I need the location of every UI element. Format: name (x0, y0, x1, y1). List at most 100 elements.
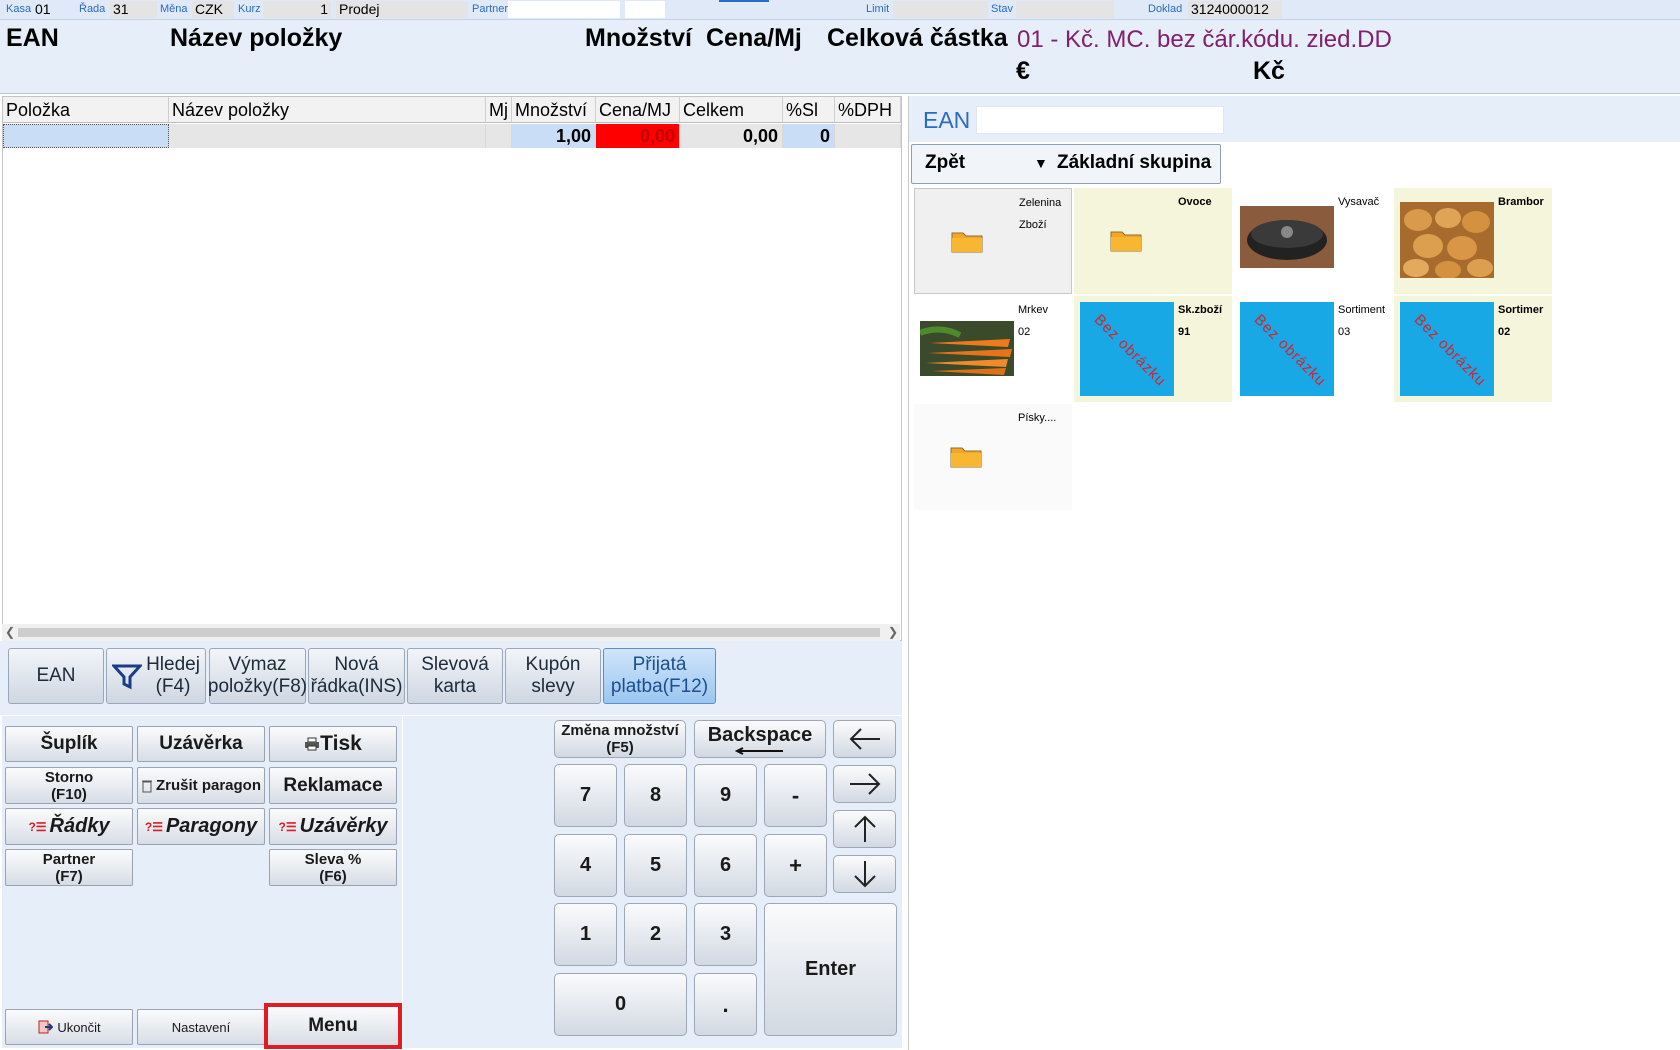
product-panel: EAN Zpět ▼ Základní skupina Zelenina Zbo… (908, 96, 1680, 1050)
key-7[interactable]: 7 (554, 764, 617, 827)
robot-vacuum-image (1240, 206, 1334, 268)
nova-radka-button[interactable]: Nová řádka(INS) (308, 648, 405, 704)
col-polozka[interactable]: Položka (3, 97, 169, 123)
partner-button[interactable]: Partner (F7) (5, 849, 133, 886)
scroll-thumb[interactable] (18, 628, 880, 637)
key-8[interactable]: 8 (624, 764, 687, 827)
prijata-platba-button[interactable]: Přijatá platba(F12) (603, 648, 716, 704)
cell-polozka[interactable] (3, 124, 169, 148)
arrow-down-button[interactable] (833, 855, 896, 893)
grid-horizontal-scrollbar[interactable]: ❮ ❯ (2, 624, 900, 641)
partner-field[interactable] (508, 1, 620, 18)
kupon-line2: slevy (531, 676, 575, 697)
tile-vysavac[interactable]: Vysavač (1234, 188, 1392, 294)
ukoncit-button[interactable]: Ukončit (5, 1009, 133, 1045)
col-dph[interactable]: %DPH (835, 97, 901, 123)
paragony-button[interactable]: ?☰ Paragony (137, 808, 265, 845)
tile-brambor[interactable]: Brambor (1394, 188, 1552, 294)
slevova-karta-button[interactable]: Slevová karta (407, 648, 503, 704)
vymaz-button[interactable]: Výmaz položky(F8) (208, 648, 307, 704)
dropdown-arrow-icon[interactable]: ▼ (1034, 155, 1048, 171)
arrow-up-button[interactable] (833, 810, 896, 848)
currency-eur: € (1016, 57, 1030, 85)
col-mnozstvi[interactable]: Množství (512, 97, 596, 123)
sleva-button[interactable]: Sleva % (F6) (269, 849, 397, 886)
enter-button[interactable]: Enter (764, 903, 897, 1036)
key-4-label: 4 (579, 854, 592, 876)
key-9[interactable]: 9 (694, 764, 757, 827)
tile-zelenina[interactable]: Zelenina Zboží (914, 188, 1072, 294)
zrusit-paragon-button[interactable]: Zrušit paragon (137, 767, 265, 804)
key-2[interactable]: 2 (624, 903, 687, 966)
storno-line2: (F10) (51, 785, 87, 803)
key-dot[interactable]: . (694, 973, 757, 1036)
key-5-label: 5 (649, 854, 662, 876)
tile-sortimer[interactable]: Bez obrázku Sortimer 02 (1394, 296, 1552, 402)
key-plus[interactable]: + (764, 834, 827, 897)
scroll-left-icon[interactable]: ❮ (5, 625, 15, 639)
arrow-left-button[interactable] (833, 720, 896, 758)
tile-ovoce[interactable]: Ovoce (1074, 188, 1232, 294)
key-5[interactable]: 5 (624, 834, 687, 897)
nastaveni-button[interactable]: Nastavení (137, 1009, 265, 1045)
key-4[interactable]: 4 (554, 834, 617, 897)
uzaverka-label: Uzávěrka (159, 733, 243, 754)
tile-sk-zbozi[interactable]: Bez obrázku Sk.zboží 91 (1074, 296, 1232, 402)
summary-header: EAN Název položky Množství Cena/Mj Celko… (0, 20, 1680, 94)
cell-sleva[interactable]: 0 (783, 124, 835, 148)
col-sleva[interactable]: %Sl (783, 97, 835, 123)
ean-search-input[interactable] (976, 106, 1224, 134)
tile-sortiment[interactable]: Bez obrázku Sortiment 03 (1234, 296, 1392, 402)
partner-extra-field[interactable] (625, 1, 665, 18)
cell-dph[interactable] (835, 124, 901, 148)
cell-celkem[interactable]: 0,00 (680, 124, 783, 148)
reklamace-button[interactable]: Reklamace (269, 767, 397, 804)
no-image-placeholder: Bez obrázku (1400, 302, 1494, 396)
tisk-button[interactable]: Tisk (269, 726, 397, 762)
backspace-button[interactable]: Backspace (694, 720, 826, 758)
suplik-button[interactable]: Šuplík (5, 726, 133, 762)
col-cena[interactable]: Cena/MJ (596, 97, 680, 123)
cell-cena[interactable]: 0,00 (596, 124, 680, 148)
storno-button[interactable]: Storno (F10) (5, 767, 133, 804)
nova-line1: Nová (334, 654, 379, 675)
tile-mrkev[interactable]: Mrkev 02 (914, 296, 1072, 402)
key-1[interactable]: 1 (554, 903, 617, 966)
items-grid[interactable]: Položka Název položky Mj Množství Cena/M… (2, 96, 902, 641)
header-celkova: Celková částka (827, 24, 1008, 52)
key-6[interactable]: 6 (694, 834, 757, 897)
header-cena: Cena/Mj (706, 24, 802, 52)
scroll-right-icon[interactable]: ❯ (888, 625, 898, 639)
key-3[interactable]: 3 (694, 903, 757, 966)
kupon-line1: Kupón (525, 654, 581, 675)
col-celkem[interactable]: Celkem (680, 97, 783, 123)
key-minus[interactable]: - (764, 764, 827, 827)
tile-pisky[interactable]: Písky.... (914, 404, 1072, 510)
zmena-mnozstvi-button[interactable]: Změna množství (F5) (554, 720, 686, 758)
group-selector[interactable]: Základní skupina (1057, 152, 1211, 174)
no-image-placeholder: Bez obrázku (1240, 302, 1334, 396)
uzaverka-button[interactable]: Uzávěrka (137, 726, 265, 762)
col-nazev[interactable]: Název položky (169, 97, 486, 123)
menu-button[interactable]: Menu (264, 1003, 402, 1049)
exit-icon (38, 1020, 54, 1034)
back-button[interactable]: Zpět (925, 152, 965, 174)
uzaverky-button[interactable]: ?☰ Uzávěrky (269, 808, 397, 845)
printer-icon (305, 737, 320, 751)
radky-button[interactable]: ?☰ Řádky (5, 808, 133, 845)
kasa-label: Kasa (6, 3, 32, 15)
col-mj[interactable]: Mj (486, 97, 512, 123)
key-0[interactable]: 0 (554, 973, 687, 1036)
cell-nazev[interactable] (169, 124, 486, 148)
cell-mnozstvi[interactable]: 1,00 (512, 124, 596, 148)
hledej-line1: Hledej (146, 654, 200, 675)
kupon-slevy-button[interactable]: Kupón slevy (505, 648, 601, 704)
arrow-right-button[interactable] (833, 765, 896, 803)
key-dot-label: . (722, 991, 729, 1017)
group-navigator[interactable]: Zpět ▼ Základní skupina (911, 144, 1221, 184)
zrusit-label: Zrušit paragon (155, 777, 261, 794)
ean-button[interactable]: EAN (8, 648, 104, 704)
key-plus-label: + (789, 852, 802, 878)
hledej-button[interactable]: Hledej (F4) (106, 648, 206, 704)
cell-mj[interactable] (486, 124, 512, 148)
